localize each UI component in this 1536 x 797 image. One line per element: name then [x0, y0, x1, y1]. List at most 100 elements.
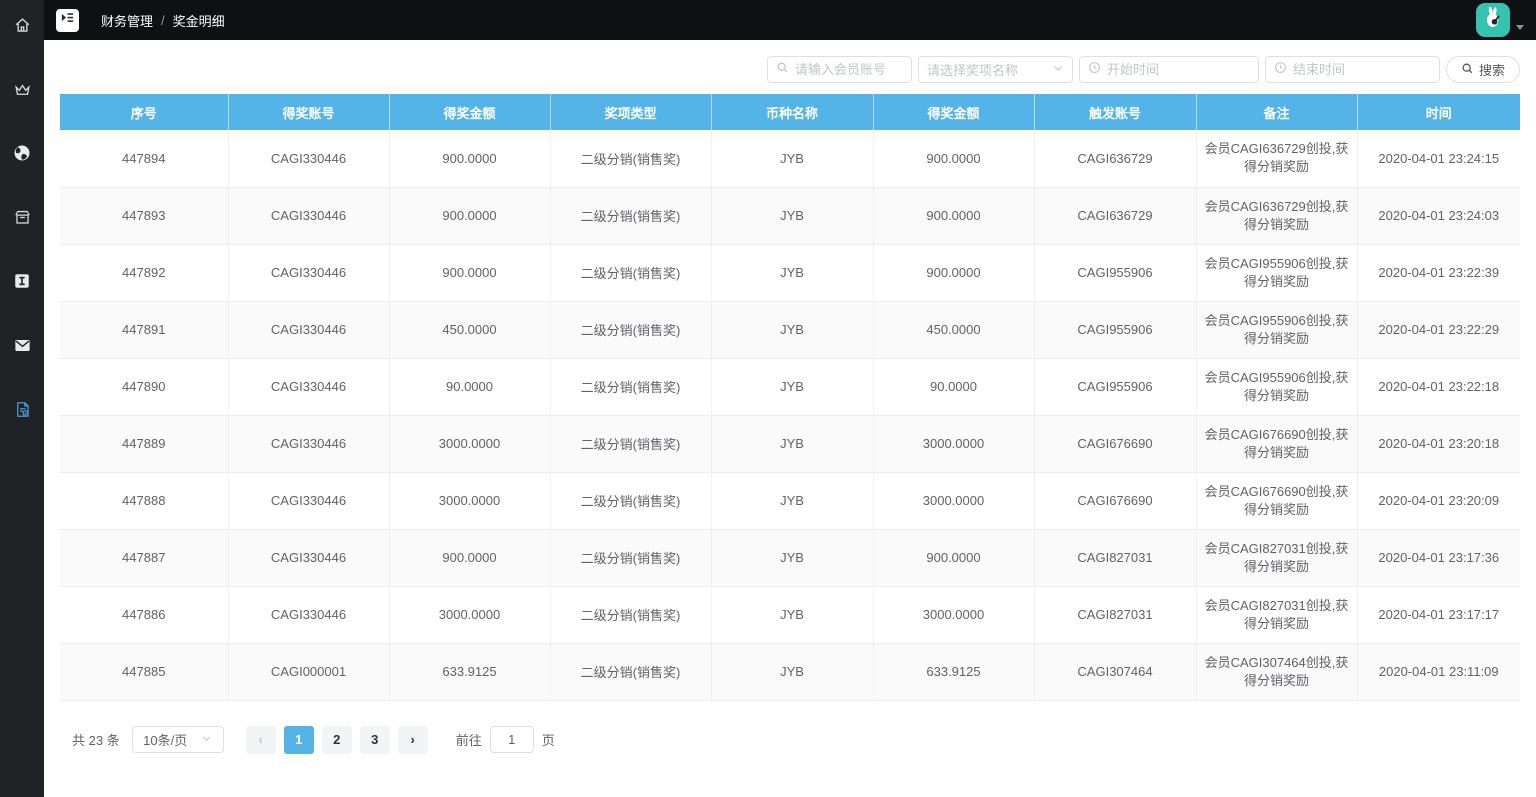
cell-prize-type: 二级分销(销售奖) [550, 358, 711, 415]
home-icon [13, 16, 32, 35]
cell-prize-amount: 900.0000 [389, 187, 550, 244]
cell-prize-type: 二级分销(销售奖) [550, 472, 711, 529]
table-row[interactable]: 447890 CAGI330446 90.0000 二级分销(销售奖) JYB … [60, 358, 1520, 415]
prev-page-button[interactable]: ‹ [246, 726, 276, 754]
cell-seq: 447891 [60, 301, 228, 358]
breadcrumb: 财务管理 / 奖金明细 [101, 11, 225, 30]
goto-page-input[interactable] [490, 726, 534, 753]
page-button-3[interactable]: 3 [360, 726, 390, 754]
start-time-input[interactable] [1107, 62, 1250, 77]
page-size-select[interactable]: 10条/页 [132, 726, 224, 753]
cell-prize-amount-2: 900.0000 [873, 244, 1034, 301]
cell-currency: JYB [711, 529, 873, 586]
cell-prize-amount: 900.0000 [389, 130, 550, 187]
table-row[interactable]: 447891 CAGI330446 450.0000 二级分销(销售奖) JYB… [60, 301, 1520, 358]
cell-winner-account: CAGI330446 [228, 415, 389, 472]
cell-prize-amount: 3000.0000 [389, 415, 550, 472]
page-buttons: ‹ 1 2 3 › [246, 726, 428, 754]
table-row[interactable]: 447885 CAGI000001 633.9125 二级分销(销售奖) JYB… [60, 643, 1520, 700]
cell-remark: 会员CAGI676690创投,获得分销奖励 [1196, 472, 1357, 529]
goto-page: 前往 页 [456, 726, 555, 753]
cell-prize-amount: 3000.0000 [389, 586, 550, 643]
avatar-dropdown-caret-icon[interactable] [1516, 25, 1524, 30]
cell-winner-account: CAGI330446 [228, 187, 389, 244]
clock-icon [1274, 61, 1287, 79]
content: 请选择奖项名称 [44, 40, 1536, 797]
cell-prize-amount: 90.0000 [389, 358, 550, 415]
table-row[interactable]: 447892 CAGI330446 900.0000 二级分销(销售奖) JYB… [60, 244, 1520, 301]
mail-icon [13, 336, 32, 355]
cell-trigger-account: CAGI827031 [1034, 586, 1196, 643]
sidebar-item-messages[interactable] [9, 332, 35, 358]
col-header-seq: 序号 [60, 94, 228, 130]
cell-seq: 447894 [60, 130, 228, 187]
cell-prize-amount-2: 3000.0000 [873, 586, 1034, 643]
cell-winner-account: CAGI000001 [228, 643, 389, 700]
col-header-prize-amount: 得奖金额 [389, 94, 550, 130]
search-icon [1461, 62, 1474, 78]
col-header-remark: 备注 [1196, 94, 1357, 130]
col-header-prize-type: 奖项类型 [550, 94, 711, 130]
sidebar-item-info[interactable] [9, 268, 35, 294]
cell-winner-account: CAGI330446 [228, 130, 389, 187]
cell-prize-amount: 900.0000 [389, 529, 550, 586]
table-row[interactable]: 447894 CAGI330446 900.0000 二级分销(销售奖) JYB… [60, 130, 1520, 187]
sidebar-item-global[interactable] [9, 140, 35, 166]
cell-winner-account: CAGI330446 [228, 301, 389, 358]
member-account-field [767, 56, 912, 83]
next-page-button[interactable]: › [398, 726, 428, 754]
cell-seq: 447886 [60, 586, 228, 643]
member-account-input[interactable] [795, 62, 903, 77]
cell-time: 2020-04-01 23:11:09 [1357, 643, 1520, 700]
sidebar-item-home[interactable] [9, 12, 35, 38]
end-time-field [1265, 56, 1440, 83]
cell-remark: 会员CAGI636729创投,获得分销奖励 [1196, 130, 1357, 187]
cell-prize-amount-2: 900.0000 [873, 130, 1034, 187]
search-button[interactable]: 搜索 [1446, 56, 1520, 83]
cell-trigger-account: CAGI676690 [1034, 472, 1196, 529]
page-button-1[interactable]: 1 [284, 726, 314, 754]
topbar-right [1476, 3, 1524, 37]
cell-prize-amount: 633.9125 [389, 643, 550, 700]
avatar[interactable] [1476, 3, 1510, 37]
clock-icon [1088, 61, 1101, 79]
menu-collapse-icon [59, 9, 76, 31]
sidebar-item-finance-active[interactable] [9, 396, 35, 422]
cell-trigger-account: CAGI955906 [1034, 244, 1196, 301]
end-time-input[interactable] [1293, 62, 1431, 77]
cell-time: 2020-04-01 23:22:29 [1357, 301, 1520, 358]
cell-remark: 会员CAGI676690创投,获得分销奖励 [1196, 415, 1357, 472]
table-row[interactable]: 447889 CAGI330446 3000.0000 二级分销(销售奖) JY… [60, 415, 1520, 472]
cell-currency: JYB [711, 244, 873, 301]
table-row[interactable]: 447893 CAGI330446 900.0000 二级分销(销售奖) JYB… [60, 187, 1520, 244]
sidebar-item-rewards[interactable] [9, 76, 35, 102]
cell-currency: JYB [711, 415, 873, 472]
table-row[interactable]: 447888 CAGI330446 3000.0000 二级分销(销售奖) JY… [60, 472, 1520, 529]
cell-winner-account: CAGI330446 [228, 529, 389, 586]
table-header: 序号 得奖账号 得奖金额 奖项类型 币种名称 得奖金额 触发账号 备注 时间 [60, 94, 1520, 130]
info-square-icon [13, 272, 31, 290]
cell-prize-amount: 900.0000 [389, 244, 550, 301]
sidebar-collapse-button[interactable] [56, 9, 79, 32]
breadcrumb-section[interactable]: 财务管理 [101, 11, 153, 30]
cell-remark: 会员CAGI636729创投,获得分销奖励 [1196, 187, 1357, 244]
prize-name-select[interactable]: 请选择奖项名称 [918, 56, 1073, 83]
table-row[interactable]: 447887 CAGI330446 900.0000 二级分销(销售奖) JYB… [60, 529, 1520, 586]
sidebar-item-orders[interactable] [9, 204, 35, 230]
cell-currency: JYB [711, 187, 873, 244]
start-time-field [1079, 56, 1259, 83]
page-button-2[interactable]: 2 [322, 726, 352, 754]
chevron-down-icon [1052, 61, 1064, 79]
cell-prize-type: 二级分销(销售奖) [550, 586, 711, 643]
table-row[interactable]: 447886 CAGI330446 3000.0000 二级分销(销售奖) JY… [60, 586, 1520, 643]
cell-currency: JYB [711, 472, 873, 529]
breadcrumb-page: 奖金明细 [173, 11, 225, 30]
cell-seq: 447890 [60, 358, 228, 415]
table-body: 447894 CAGI330446 900.0000 二级分销(销售奖) JYB… [60, 130, 1520, 700]
cell-trigger-account: CAGI636729 [1034, 130, 1196, 187]
cell-time: 2020-04-01 23:20:09 [1357, 472, 1520, 529]
cell-trigger-account: CAGI636729 [1034, 187, 1196, 244]
cell-currency: JYB [711, 586, 873, 643]
prize-select-placeholder: 请选择奖项名称 [927, 60, 1018, 79]
page-size-value: 10条/页 [143, 730, 187, 749]
